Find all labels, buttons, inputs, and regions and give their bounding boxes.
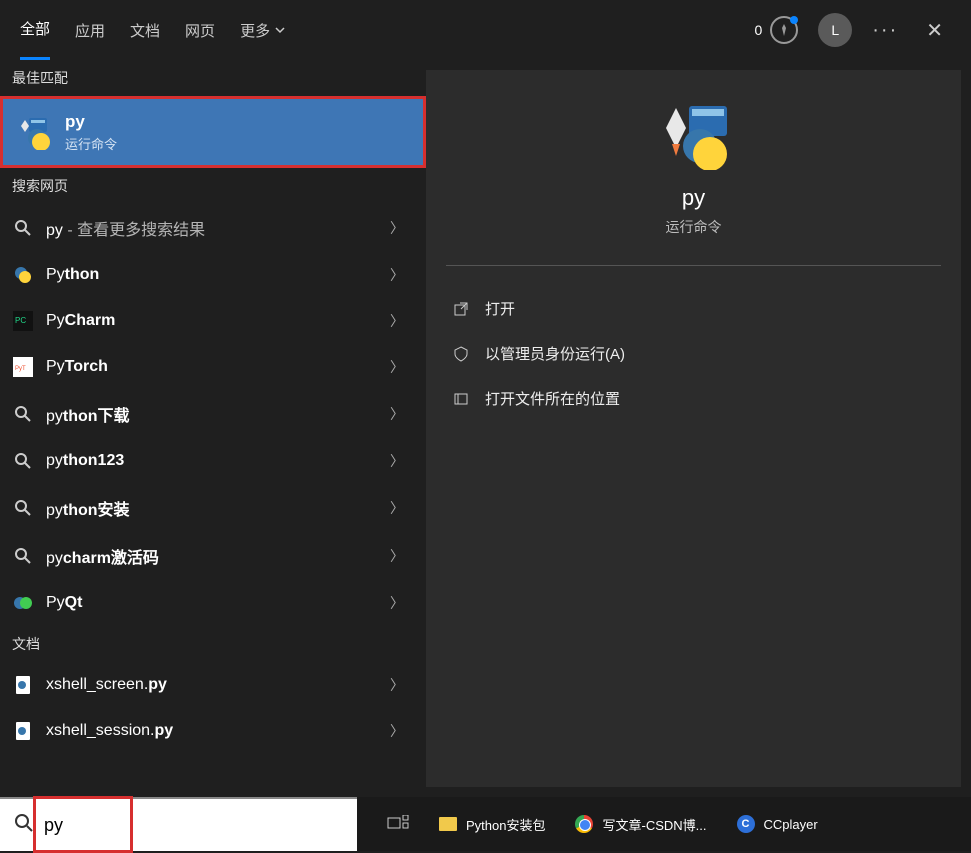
result-label: python安装: [46, 496, 130, 520]
ccplayer-icon: C: [736, 814, 756, 834]
taskbar-label: Python安装包: [466, 815, 545, 834]
result-item-python-download[interactable]: python下载 〉: [0, 390, 426, 438]
result-label: PyQt: [46, 594, 82, 612]
result-label: PyTorch: [46, 358, 108, 376]
result-label: Python: [46, 266, 99, 284]
chevron-down-icon: [274, 24, 286, 36]
action-location-label: 打开文件所在的位置: [485, 388, 620, 409]
search-icon: [12, 403, 34, 425]
search-icon: [14, 813, 34, 838]
action-run-as-admin[interactable]: 以管理员身份运行(A): [446, 331, 941, 376]
doc-item-xshell-session[interactable]: xshell_session.py 〉: [0, 708, 426, 754]
doc-label: xshell_screen.py: [46, 676, 167, 694]
chevron-right-icon: 〉: [390, 675, 414, 695]
best-match-header: 最佳匹配: [0, 60, 426, 96]
docs-header: 文档: [0, 626, 426, 662]
chevron-right-icon: 〉: [390, 357, 414, 377]
search-bar[interactable]: [0, 797, 357, 851]
results-panel: 最佳匹配 py 运行命令 搜索网页: [0, 60, 426, 797]
user-avatar[interactable]: L: [818, 13, 852, 47]
taskbar-item-chrome[interactable]: 写文章-CSDN博...: [562, 804, 718, 844]
tab-all[interactable]: 全部: [20, 0, 50, 60]
result-item-pycharm[interactable]: PC PyCharm 〉: [0, 298, 426, 344]
chrome-icon: [574, 814, 594, 834]
svg-text:PC: PC: [15, 316, 26, 325]
tab-apps[interactable]: 应用: [75, 0, 105, 60]
pyqt-icon: [12, 592, 34, 614]
rewards-count: 0: [754, 22, 762, 38]
task-view-button[interactable]: [375, 804, 421, 844]
action-open[interactable]: 打开: [446, 286, 941, 331]
best-match-subtitle: 运行命令: [65, 134, 117, 153]
action-open-location[interactable]: 打开文件所在的位置: [446, 376, 941, 421]
detail-panel: py 运行命令 打开 以管理员身份运行(A): [426, 70, 961, 787]
rewards-indicator[interactable]: 0: [754, 16, 798, 44]
rewards-badge-icon: [770, 16, 798, 44]
result-item-python123[interactable]: python123 〉: [0, 438, 426, 484]
chevron-right-icon: 〉: [390, 311, 414, 331]
tab-more-label: 更多: [240, 20, 270, 41]
svg-text:PyT: PyT: [15, 366, 26, 372]
result-item-pytorch[interactable]: PyT PyTorch 〉: [0, 344, 426, 390]
search-input[interactable]: [44, 815, 134, 836]
open-icon: [452, 300, 470, 318]
chevron-right-icon: 〉: [390, 721, 414, 741]
pyfile-icon: [12, 674, 34, 696]
result-label: PyCharm: [46, 312, 115, 330]
python-icon: [12, 264, 34, 286]
taskbar-item-folder[interactable]: Python安装包: [426, 804, 557, 844]
detail-rocket-python-icon: [654, 100, 734, 170]
search-icon: [12, 497, 34, 519]
best-match-item[interactable]: py 运行命令: [0, 96, 426, 168]
search-icon: [12, 450, 34, 472]
pycharm-icon: PC: [12, 310, 34, 332]
chevron-right-icon: 〉: [390, 498, 414, 518]
taskbar-item-ccplayer[interactable]: C CCplayer: [724, 804, 830, 844]
header-bar: 全部 应用 文档 网页 更多 0 L ··· ✕: [0, 0, 971, 60]
search-icon: [12, 217, 34, 239]
pytorch-icon: PyT: [12, 356, 34, 378]
result-item-python[interactable]: Python 〉: [0, 252, 426, 298]
result-item-python-install[interactable]: python安装 〉: [0, 484, 426, 532]
detail-subtitle: 运行命令: [666, 217, 722, 237]
chevron-right-icon: 〉: [390, 593, 414, 613]
doc-label: xshell_session.py: [46, 722, 173, 740]
close-button[interactable]: ✕: [918, 18, 951, 43]
web-search-header: 搜索网页: [0, 168, 426, 204]
folder-icon: [438, 814, 458, 834]
detail-title: py: [682, 185, 705, 211]
search-icon: [12, 545, 34, 567]
chevron-right-icon: 〉: [390, 218, 414, 238]
rocket-python-icon: [15, 114, 51, 150]
doc-item-xshell-screen[interactable]: xshell_screen.py 〉: [0, 662, 426, 708]
header-tabs: 全部 应用 文档 网页 更多: [20, 0, 286, 60]
chevron-right-icon: 〉: [390, 265, 414, 285]
more-options-button[interactable]: ···: [872, 19, 898, 42]
result-label: python下载: [46, 402, 130, 426]
chevron-right-icon: 〉: [390, 546, 414, 566]
header-right: 0 L ··· ✕: [754, 13, 951, 47]
tab-more[interactable]: 更多: [240, 0, 286, 60]
shield-icon: [452, 345, 470, 363]
folder-icon: [452, 390, 470, 408]
result-label: python123: [46, 452, 124, 470]
taskbar-label: 写文章-CSDN博...: [602, 815, 706, 834]
action-admin-label: 以管理员身份运行(A): [485, 343, 625, 364]
tab-docs[interactable]: 文档: [130, 0, 160, 60]
best-match-title: py: [65, 112, 117, 132]
taskbar: Python安装包 写文章-CSDN博... C CCplayer: [357, 797, 971, 851]
taskbar-label: CCplayer: [764, 817, 818, 832]
pyfile-icon: [12, 720, 34, 742]
result-item-pyqt[interactable]: PyQt 〉: [0, 580, 426, 626]
chevron-right-icon: 〉: [390, 451, 414, 471]
action-open-label: 打开: [485, 298, 515, 319]
result-label: py - 查看更多搜索结果: [46, 216, 205, 240]
result-item-pycharm-code[interactable]: pycharm激活码 〉: [0, 532, 426, 580]
chevron-right-icon: 〉: [390, 404, 414, 424]
result-item-py-more[interactable]: py - 查看更多搜索结果 〉: [0, 204, 426, 252]
result-label: pycharm激活码: [46, 544, 159, 568]
tab-web[interactable]: 网页: [185, 0, 215, 60]
